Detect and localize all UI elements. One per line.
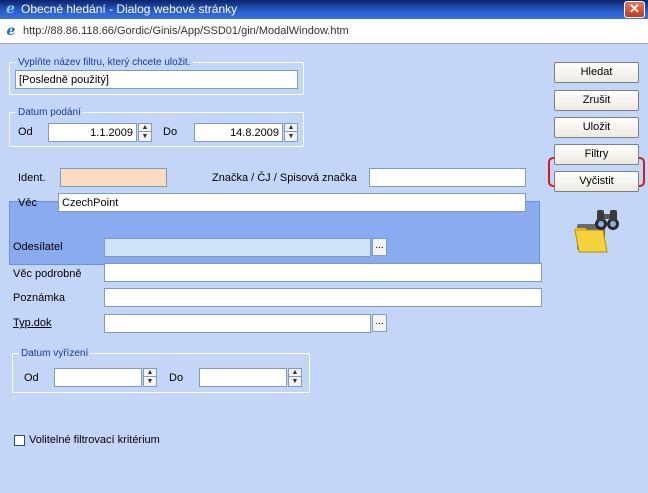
vec-podrobne-label: Věc podrobně [13,268,82,280]
hledat-button[interactable]: Hledat [554,62,639,83]
odesilatel-browse-button[interactable]: ... [372,238,387,256]
folder-binoculars-icon [573,208,623,254]
spin-up-icon[interactable]: ▲ [144,369,156,377]
filter-name-input[interactable] [15,70,298,89]
odesilatel-input[interactable] [104,238,371,257]
spin-down-icon[interactable]: ▼ [285,133,297,141]
odesilatel-label: Odesílatel [13,241,63,253]
address-url: http://88.86.118.66/Gordic/Ginis/App/SSD… [23,25,349,37]
volitelne-checkbox[interactable] [14,435,25,446]
znacka-label: Značka / ČJ / Spisová značka [212,172,357,184]
datum-podani-od-spinner[interactable]: ▲ ▼ [138,123,152,142]
vec-podrobne-input[interactable] [104,263,542,282]
vycistit-button[interactable]: Vyčistit [554,171,639,192]
datum-vyrizeni-do-spinner[interactable]: ▲ ▼ [288,368,302,387]
spin-down-icon[interactable]: ▼ [289,378,301,386]
ident-input[interactable] [60,168,167,187]
datum-vyrizeni-od-spinner[interactable]: ▲ ▼ [143,368,157,387]
vec-label: Věc [18,197,37,209]
close-button[interactable]: ✕ [624,1,645,18]
datum-podani-do-spinner[interactable]: ▲ ▼ [284,123,298,142]
spin-down-icon[interactable]: ▼ [139,133,151,141]
datum-podani-do-label: Do [163,126,178,138]
typ-dok-browse-button[interactable]: ... [372,314,387,332]
znacka-input[interactable] [369,168,526,187]
window-title-bar: e Obecné hledání - Dialog webové stránky… [0,0,648,19]
poznamka-input[interactable] [104,288,542,307]
datum-vyrizeni-od-label: Od [24,372,39,384]
datum-podani-od-input[interactable] [48,123,137,142]
address-bar: e http://88.86.118.66/Gordic/Ginis/App/S… [0,19,648,44]
filter-name-legend: Vyplňte název filtru, který chcete uloži… [18,57,191,68]
datum-podani-legend: Datum podání [18,107,81,118]
filtry-button[interactable]: Filtry [554,144,639,165]
window-title: Obecné hledání - Dialog webové stránky [21,2,238,16]
datum-vyrizeni-legend: Datum vyřízení [21,348,89,359]
datum-podani-do-input[interactable] [194,123,283,142]
internet-explorer-icon: e [6,1,15,17]
page-icon: e [6,23,16,39]
spin-up-icon[interactable]: ▲ [289,369,301,377]
typ-dok-link[interactable]: Typ.dok [13,317,52,329]
datum-vyrizeni-do-label: Do [169,372,184,384]
zrusit-button[interactable]: Zrušit [554,90,639,111]
vec-input[interactable] [58,193,526,212]
datum-vyrizeni-od-input[interactable] [54,368,142,387]
ident-label: Ident. [18,172,46,184]
typ-dok-input[interactable] [104,314,371,333]
volitelne-label: Volitelné filtrovací kritérium [29,434,160,446]
spin-up-icon[interactable]: ▲ [139,124,151,132]
poznamka-label: Poznámka [13,292,65,304]
datum-vyrizeni-do-input[interactable] [199,368,287,387]
spin-up-icon[interactable]: ▲ [285,124,297,132]
search-dialog: Vyplňte název filtru, který chcete uloži… [0,44,648,493]
datum-podani-od-label: Od [18,126,33,138]
spin-down-icon[interactable]: ▼ [144,378,156,386]
ulozit-button[interactable]: Uložit [554,117,639,138]
